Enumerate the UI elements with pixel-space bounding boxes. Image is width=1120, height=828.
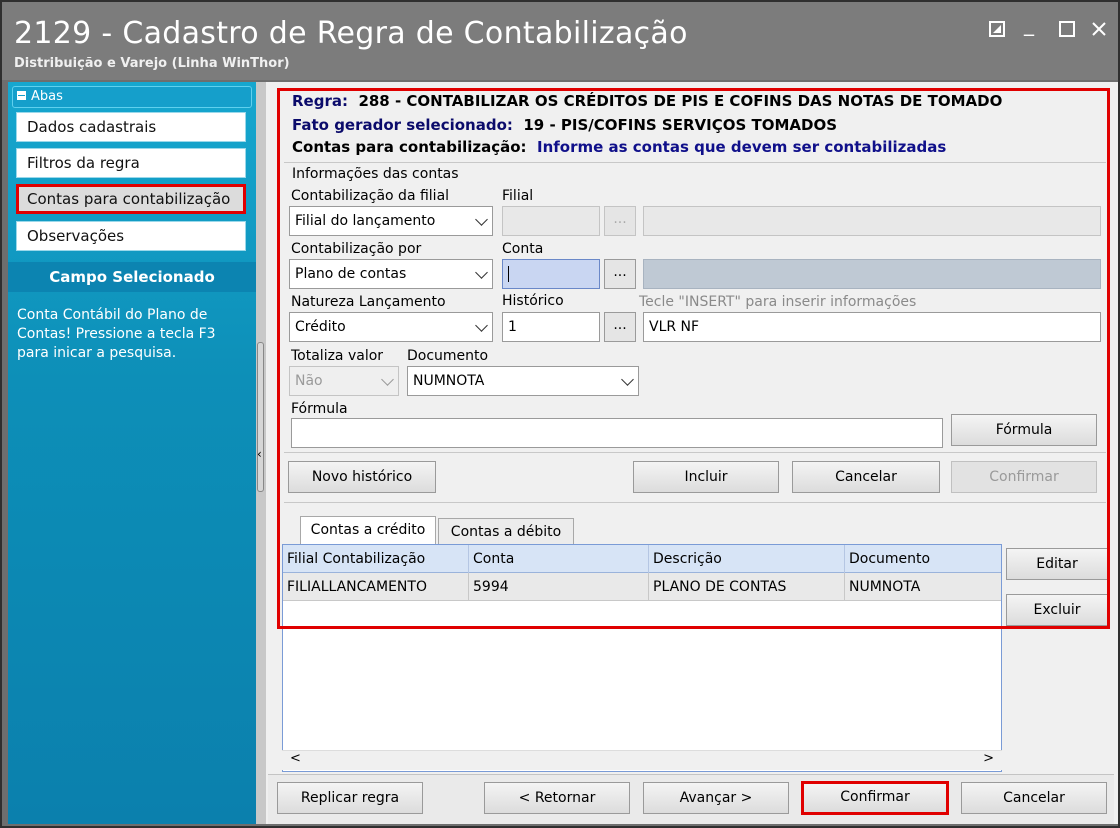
campo-selecionado-text: Conta Contábil do Plano de Contas! Press…: [17, 307, 216, 361]
minimize-icon[interactable]: _: [1016, 12, 1042, 36]
horizontal-scrollbar[interactable]: < >: [282, 750, 1002, 770]
campo-selecionado-title: Campo Selecionado: [8, 262, 256, 292]
sidebar-item-observacoes[interactable]: Observações: [16, 221, 246, 251]
maximize-icon[interactable]: [1054, 18, 1080, 42]
close-icon[interactable]: [1086, 18, 1112, 42]
title-bar: 2129 - Cadastro de Regra de Contabilizaç…: [2, 2, 1118, 80]
scroll-right-icon[interactable]: >: [983, 751, 994, 766]
sidebar: Abas Dados cadastrais Filtros da regra C…: [8, 82, 256, 824]
abas-section-header[interactable]: Abas: [12, 86, 252, 108]
scroll-left-icon[interactable]: <: [290, 751, 301, 766]
confirmar-button[interactable]: Confirmar: [801, 781, 949, 815]
replicar-regra-button[interactable]: Replicar regra: [277, 782, 423, 814]
app-window: 2129 - Cadastro de Regra de Contabilizaç…: [0, 0, 1120, 828]
avancar-button[interactable]: Avançar >: [643, 782, 789, 814]
splitter-grip[interactable]: [257, 342, 264, 492]
restore-icon[interactable]: [984, 18, 1010, 42]
highlight-frame: [277, 88, 1110, 629]
sidebar-item-filtros-da-regra[interactable]: Filtros da regra: [16, 148, 246, 178]
sidebar-item-dados-cadastrais[interactable]: Dados cadastrais: [16, 112, 246, 142]
abas-label: Abas: [31, 89, 63, 104]
panel-splitter[interactable]: ‹: [256, 82, 266, 824]
collapse-icon[interactable]: [17, 91, 26, 100]
retornar-button[interactable]: < Retornar: [484, 782, 630, 814]
window-title: 2129 - Cadastro de Regra de Contabilizaç…: [14, 16, 688, 51]
collapse-left-icon[interactable]: ‹: [257, 447, 262, 461]
sidebar-item-contas-para-contabilizacao[interactable]: Contas para contabilização: [16, 184, 246, 214]
window-subtitle: Distribuição e Varejo (Linha WinThor): [14, 56, 290, 71]
cancelar-button[interactable]: Cancelar: [961, 782, 1107, 814]
